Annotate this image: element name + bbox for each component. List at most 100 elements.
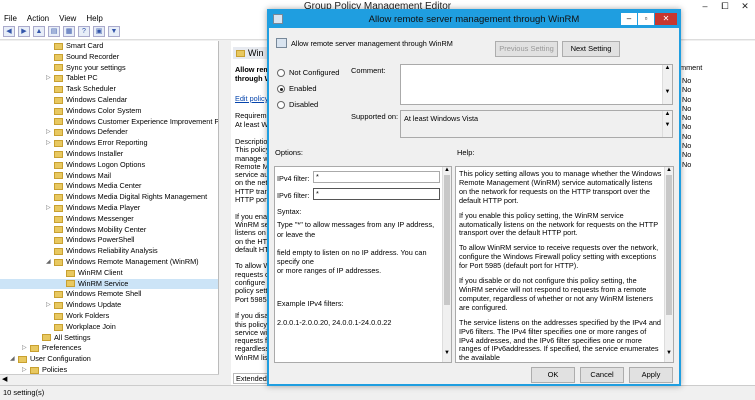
comment-cell: No	[682, 159, 692, 169]
tree-item[interactable]: Windows Media Center	[0, 181, 218, 192]
radio-icon	[277, 101, 285, 110]
back-icon[interactable]: ◀	[3, 26, 15, 37]
tree-item-label: Windows Logon Options	[66, 159, 146, 169]
tree-item[interactable]: Sound Recorder	[0, 52, 218, 63]
dialog-maximize-button[interactable]: ▫	[638, 13, 654, 25]
tree-item[interactable]: ▷ Windows Defender	[0, 127, 218, 138]
tree-horizontal-scrollbar[interactable]: ◀	[0, 374, 219, 385]
ipv6-filter-label: IPv6 filter:	[277, 191, 310, 200]
tree-item[interactable]: ▷ Windows Error Reporting	[0, 138, 218, 149]
ipv6-filter-input[interactable]: *	[313, 188, 440, 200]
help-paragraph: To allow WinRM service to receive reques…	[459, 243, 659, 271]
menu-help[interactable]: Help	[86, 13, 102, 24]
tree-item[interactable]: All Settings	[0, 333, 218, 344]
tree-item[interactable]: Work Folders	[0, 311, 218, 322]
tree-item[interactable]: Windows Installer	[0, 149, 218, 160]
expand-arrow-icon[interactable]: ▷	[46, 138, 54, 149]
expand-arrow-icon[interactable]: ▷	[46, 300, 54, 311]
tree-item[interactable]: ◢ User Configuration	[0, 354, 218, 365]
folder-icon	[54, 107, 63, 115]
comment-cell: No	[682, 76, 692, 85]
tree-item-label: Windows Defender	[66, 127, 128, 137]
dialog-minimize-button[interactable]: –	[621, 13, 637, 25]
tree-item-label: Windows Media Player	[66, 202, 141, 212]
expand-arrow-icon[interactable]: ▷	[46, 127, 54, 138]
menu-file[interactable]: File	[4, 13, 17, 24]
tree-item-label: Preferences	[42, 343, 82, 353]
close-button[interactable]: ✕	[735, 0, 755, 13]
tree-item[interactable]: Windows Messenger	[0, 214, 218, 225]
supported-scrollbar[interactable]: ▲ ▼	[662, 111, 672, 137]
tree-item[interactable]: Windows Calendar	[0, 95, 218, 106]
folder-icon	[54, 248, 63, 256]
radio-not-configured[interactable]: Not Configured	[277, 68, 339, 78]
tree-item[interactable]: WinRM Client	[0, 268, 218, 279]
tree-item[interactable]: Task Scheduler	[0, 84, 218, 95]
tree-item[interactable]: Windows Reliability Analysis	[0, 246, 218, 257]
dialog-close-button[interactable]: ✕	[655, 13, 677, 25]
tree-item-label: Task Scheduler	[66, 84, 116, 94]
filter-icon[interactable]: ▼	[108, 26, 120, 37]
folder-icon	[54, 323, 63, 331]
edit-policy-link[interactable]: Edit policy	[235, 94, 268, 103]
help-paragraph: The service listens on the addresses spe…	[459, 317, 661, 363]
tree-item[interactable]: ▷ Preferences	[0, 343, 218, 354]
comment-scrollbar[interactable]: ▲ ▼	[662, 65, 672, 104]
expand-arrow-icon[interactable]: ◢	[10, 354, 18, 365]
forward-icon[interactable]: ▶	[18, 26, 30, 37]
previous-setting-button[interactable]: Previous Setting	[495, 41, 558, 57]
tree-item[interactable]: WinRM Service	[0, 278, 218, 290]
help-icon[interactable]: ?	[78, 26, 90, 37]
tree-item[interactable]: Windows Remote Shell	[0, 289, 218, 300]
policy-tree[interactable]: Smart Card Sound Recorder Sync your settin…	[0, 41, 219, 385]
tree-item[interactable]: Workplace Join	[0, 322, 218, 333]
export-list-icon[interactable]: ▦	[63, 26, 75, 37]
syntax-help-text: Syntax: Type "*" to allow messages from a…	[277, 207, 439, 327]
cancel-button[interactable]: Cancel	[580, 367, 624, 383]
menu-view[interactable]: View	[59, 13, 76, 24]
tree-item[interactable]: Windows Logon Options	[0, 160, 218, 171]
ok-button[interactable]: OK	[531, 367, 575, 383]
expand-arrow-icon[interactable]: ◢	[46, 257, 54, 268]
expand-arrow-icon[interactable]: ▷	[46, 73, 54, 84]
expand-arrow-icon[interactable]: ▷	[22, 343, 30, 354]
tree-item[interactable]: Windows Mail	[0, 171, 218, 182]
help-scrollbar[interactable]: ▲ ▼	[664, 167, 673, 362]
comment-column-header: mment	[680, 63, 703, 72]
tree-item[interactable]: ▷ Tablet PC	[0, 73, 218, 84]
apply-button[interactable]: Apply	[629, 367, 673, 383]
expand-arrow-icon[interactable]: ▷	[46, 203, 54, 214]
policy-name: Allow remote server management through W…	[291, 39, 453, 48]
tree-item-label: WinRM Service	[78, 278, 129, 288]
tree-item[interactable]: ▷ Windows Media Player	[0, 203, 218, 214]
radio-enabled[interactable]: Enabled	[277, 84, 317, 94]
radio-disabled[interactable]: Disabled	[277, 100, 318, 110]
radio-icon	[277, 69, 285, 78]
tree-item[interactable]: Windows Color System	[0, 106, 218, 117]
comment-cell: No	[682, 141, 692, 151]
tree-item[interactable]: Windows Customer Experience Improvement …	[0, 117, 218, 128]
syntax-line: Example IPv4 filters:	[277, 298, 344, 308]
help-text: This policy setting allows you to manage…	[459, 169, 662, 363]
tree-item[interactable]: ◢ Windows Remote Management (WinRM)	[0, 257, 218, 268]
next-setting-button[interactable]: Next Setting	[562, 41, 620, 57]
minimize-button[interactable]: –	[695, 0, 715, 13]
tree-item[interactable]: Smart Card	[0, 41, 218, 52]
folder-icon	[54, 150, 63, 158]
tree-item[interactable]: Windows Mobility Center	[0, 225, 218, 236]
tree-item[interactable]: Windows PowerShell	[0, 235, 218, 246]
pane-header: Win	[233, 47, 267, 59]
show-hide-tree-icon[interactable]: ▤	[48, 26, 60, 37]
tree-item[interactable]: Windows Media Digital Rights Management	[0, 192, 218, 203]
menu-action[interactable]: Action	[27, 13, 49, 24]
folder-icon	[54, 129, 63, 137]
properties-icon[interactable]: ▣	[93, 26, 105, 37]
options-scrollbar[interactable]: ▲ ▼	[442, 167, 451, 362]
maximize-button[interactable]: ⧠	[715, 0, 735, 13]
tree-item-label: All Settings	[54, 332, 91, 342]
tree-item[interactable]: ▷ Windows Update	[0, 300, 218, 311]
ipv4-filter-input[interactable]: *	[313, 171, 440, 183]
comment-textarea[interactable]: ▲ ▼	[400, 64, 673, 105]
tree-item[interactable]: Sync your settings	[0, 63, 218, 74]
up-folder-icon[interactable]: ▲	[33, 26, 45, 37]
